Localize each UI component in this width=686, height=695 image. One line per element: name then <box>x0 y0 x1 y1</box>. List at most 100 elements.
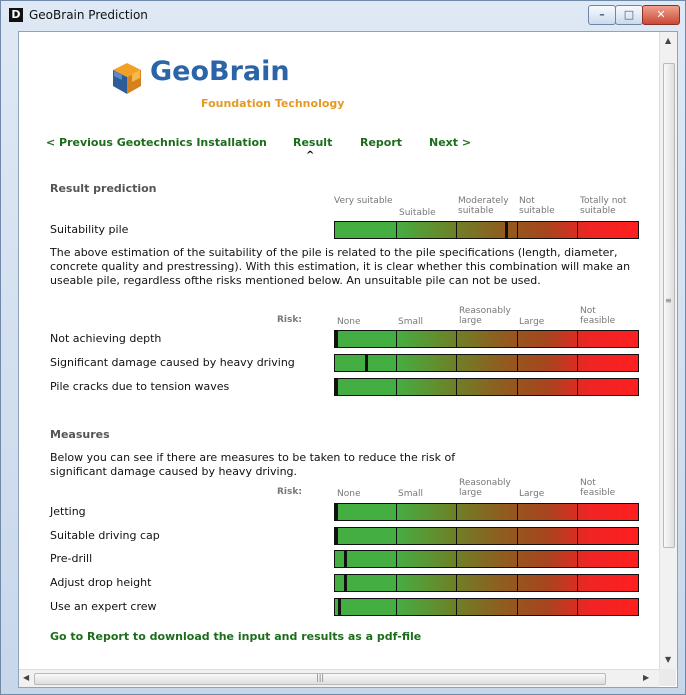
scale-label-totally-not-suitable: Totally not suitable <box>580 196 627 216</box>
measure-bar-pre-drill <box>334 550 639 568</box>
suitability-pile-bar <box>334 221 639 239</box>
measures-scale-small: Small <box>398 489 423 499</box>
result-description: The above estimation of the suitability … <box>50 246 631 287</box>
measure-bar-adjust-drop-height <box>334 574 639 592</box>
scale-divider <box>516 379 518 395</box>
risk-bar-heavy-driving <box>334 354 639 372</box>
scale-divider <box>395 222 397 238</box>
scale-divider <box>395 331 397 347</box>
scrollbar-corner <box>659 669 676 686</box>
scroll-left-icon[interactable]: ◀ <box>23 673 29 682</box>
scale-divider <box>516 551 518 567</box>
scale-label-not-suitable: Not suitable <box>519 196 555 216</box>
scroll-up-icon[interactable]: ▲ <box>665 36 671 45</box>
measure-label-adjust-drop-height: Adjust drop height <box>50 576 152 589</box>
scale-divider <box>516 599 518 615</box>
risk-marker <box>335 331 338 347</box>
scale-divider <box>577 575 579 591</box>
scroll-down-icon[interactable]: ▼ <box>665 655 671 664</box>
scale-divider <box>516 528 518 544</box>
close-button[interactable]: ✕ <box>642 5 680 25</box>
risk-scale-none: None <box>337 317 361 327</box>
logo-tagline: Foundation Technology <box>201 97 345 110</box>
measures-scale-not-feasible: Not feasible <box>580 478 616 498</box>
measures-risk-label: Risk: <box>277 487 302 497</box>
risk-marker <box>335 528 338 544</box>
risk-marker <box>335 504 338 520</box>
result-tab[interactable]: Result <box>293 136 332 149</box>
scale-divider <box>456 551 458 567</box>
measure-label-pre-drill: Pre-drill <box>50 552 93 565</box>
measures-description: Below you can see if there are measures … <box>50 451 456 478</box>
measure-bar-jetting <box>334 503 639 521</box>
result-prediction-title: Result prediction <box>50 182 157 195</box>
scale-divider <box>456 331 458 347</box>
risk-scale-reasonably-large: Reasonably large <box>459 306 511 326</box>
risk-label: Risk: <box>277 315 302 325</box>
scale-divider <box>516 575 518 591</box>
measures-scale-large: Large <box>519 489 545 499</box>
measure-label-jetting: Jetting <box>50 505 86 518</box>
report-link[interactable]: Report <box>360 136 402 149</box>
risk-row-label: Significant damage caused by heavy drivi… <box>50 356 295 369</box>
scroll-right-icon[interactable]: ▶ <box>643 673 649 682</box>
scale-divider <box>577 551 579 567</box>
scale-divider <box>395 575 397 591</box>
client-area: GeoBrain Foundation Technology < Previou… <box>18 31 678 688</box>
window-title: GeoBrain Prediction <box>29 8 148 22</box>
scale-divider <box>456 599 458 615</box>
app-icon: D <box>9 8 23 22</box>
scale-divider <box>577 331 579 347</box>
measure-label-suitable-driving-cap: Suitable driving cap <box>50 529 160 542</box>
scale-divider <box>395 355 397 371</box>
cube-logo-icon <box>113 63 141 94</box>
risk-scale-small: Small <box>398 317 423 327</box>
scale-divider <box>577 504 579 520</box>
scale-divider <box>456 528 458 544</box>
horizontal-scrollbar[interactable]: ◀ ||| ▶ <box>19 669 659 687</box>
scale-divider <box>395 504 397 520</box>
scale-divider <box>516 355 518 371</box>
measure-label-expert-crew: Use an expert crew <box>50 600 157 613</box>
scale-divider <box>577 222 579 238</box>
scale-divider <box>577 528 579 544</box>
title-bar[interactable]: D GeoBrain Prediction – □ ✕ <box>1 1 685 29</box>
suitability-pile-label: Suitability pile <box>50 223 129 236</box>
risk-scale-large: Large <box>519 317 545 327</box>
measures-title: Measures <box>50 428 110 441</box>
scale-divider <box>395 599 397 615</box>
scale-divider <box>456 222 458 238</box>
scroll-content: GeoBrain Foundation Technology < Previou… <box>19 32 659 669</box>
active-tab-indicator: ^ <box>306 150 315 161</box>
maximize-button[interactable]: □ <box>615 5 643 25</box>
risk-row-label: Pile cracks due to tension waves <box>50 380 230 393</box>
measure-bar-expert-crew <box>334 598 639 616</box>
risk-bar-not-achieving-depth <box>334 330 639 348</box>
scale-divider <box>456 355 458 371</box>
risk-marker <box>504 222 508 238</box>
scale-divider <box>456 504 458 520</box>
scale-label-suitable: Suitable <box>399 208 436 218</box>
scale-divider <box>577 379 579 395</box>
scale-divider <box>456 379 458 395</box>
scale-divider <box>516 222 518 238</box>
minimize-button[interactable]: – <box>588 5 616 25</box>
scale-divider <box>577 355 579 371</box>
scale-label-moderately-suitable: Moderately suitable <box>458 196 509 216</box>
risk-scale-not-feasible: Not feasible <box>580 306 616 326</box>
risk-marker <box>344 575 348 591</box>
vertical-scrollbar[interactable]: ▲ ≡ ▼ <box>659 32 677 669</box>
risk-marker <box>338 599 342 615</box>
horizontal-grip-icon: ||| <box>316 673 325 682</box>
scale-divider <box>456 575 458 591</box>
risk-marker <box>344 551 348 567</box>
vertical-scroll-thumb[interactable] <box>663 63 675 548</box>
logo-name: GeoBrain <box>150 56 290 87</box>
previous-link[interactable]: < Previous Geotechnics Installation <box>46 136 267 149</box>
risk-marker <box>335 379 338 395</box>
next-link[interactable]: Next > <box>429 136 471 149</box>
risk-row-label: Not achieving depth <box>50 332 162 345</box>
scale-divider <box>516 331 518 347</box>
scale-divider <box>395 551 397 567</box>
report-download-link[interactable]: Go to Report to download the input and r… <box>50 630 421 643</box>
